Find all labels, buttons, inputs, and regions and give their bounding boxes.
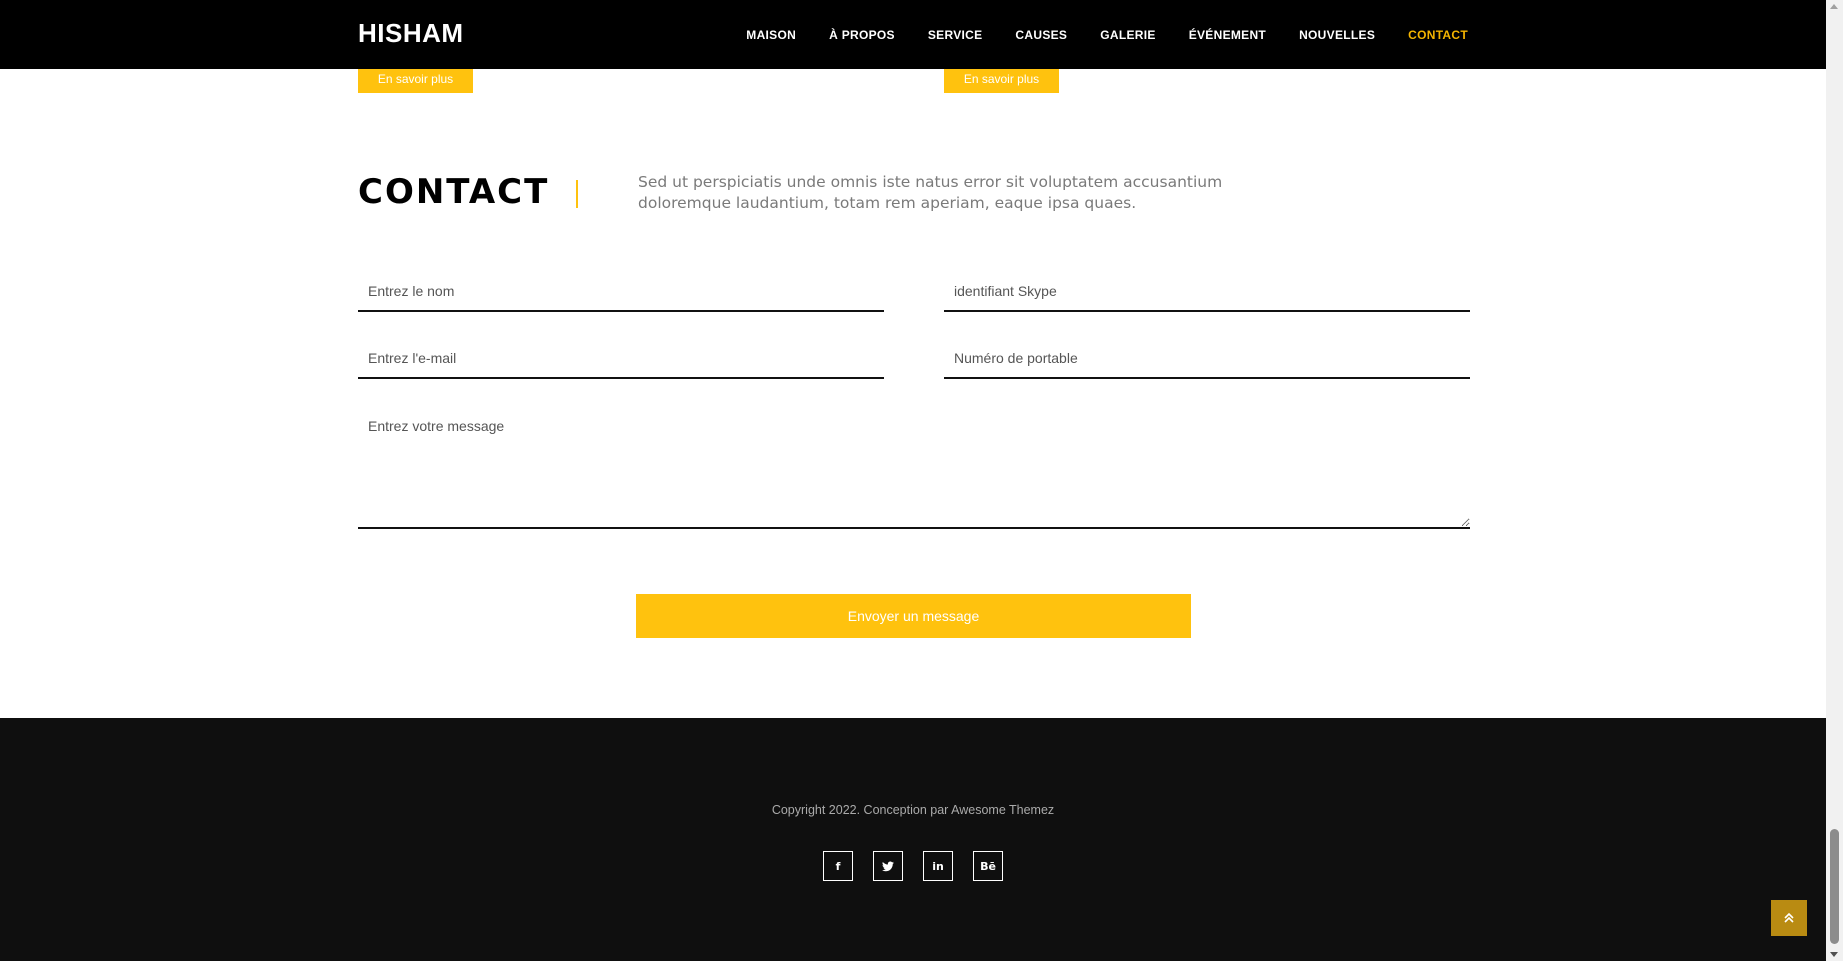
nav-item-service[interactable]: SERVICE [928, 28, 983, 42]
learn-more-button-right[interactable]: En savoir plus [944, 65, 1059, 93]
message-textarea[interactable] [358, 400, 1470, 529]
scroll-down-icon[interactable] [1830, 952, 1838, 957]
twitter-bird-glyph [882, 861, 894, 871]
linkedin-icon[interactable]: in [923, 851, 953, 881]
social-links: f in Bē [0, 851, 1826, 881]
back-to-top-button[interactable] [1771, 900, 1807, 936]
facebook-icon[interactable]: f [823, 851, 853, 881]
nav-item-contact[interactable]: CONTACT [1408, 28, 1468, 42]
name-input[interactable] [358, 272, 884, 312]
nav-item-maison[interactable]: MAISON [746, 28, 796, 42]
scroll-up-icon[interactable] [1830, 4, 1838, 9]
footer: Copyright 2022. Conception par Awesome T… [0, 718, 1826, 961]
twitter-icon[interactable] [873, 851, 903, 881]
nav-item-nouvelles[interactable]: NOUVELLES [1299, 28, 1375, 42]
brand-logo[interactable]: HISHAM [358, 18, 464, 49]
navbar: HISHAM MAISON À PROPOS SERVICE CAUSES GA… [0, 0, 1826, 69]
page: HISHAM MAISON À PROPOS SERVICE CAUSES GA… [0, 0, 1826, 961]
double-chevron-up-icon [1784, 912, 1794, 923]
email-input[interactable] [358, 339, 884, 379]
learn-more-button-left[interactable]: En savoir plus [358, 65, 473, 93]
nav-item-galerie[interactable]: GALERIE [1100, 28, 1155, 42]
scroll-thumb[interactable] [1830, 829, 1839, 944]
nav-item-evenement[interactable]: ÉVÉNEMENT [1189, 28, 1266, 42]
nav-item-causes[interactable]: CAUSES [1015, 28, 1067, 42]
skype-input[interactable] [944, 272, 1470, 312]
copyright-text: Copyright 2022. Conception par Awesome T… [771, 803, 1055, 817]
send-message-button[interactable]: Envoyer un message [636, 594, 1191, 638]
contact-title: CONTACT [358, 172, 550, 212]
main-nav: MAISON À PROPOS SERVICE CAUSES GALERIE É… [713, 0, 1468, 69]
vertical-scrollbar[interactable] [1826, 0, 1843, 961]
behance-icon[interactable]: Bē [973, 851, 1003, 881]
title-divider [576, 180, 578, 208]
contact-description: Sed ut perspiciatis unde omnis iste natu… [638, 173, 1223, 212]
mobile-input[interactable] [944, 339, 1470, 379]
nav-item-a-propos[interactable]: À PROPOS [829, 28, 895, 42]
